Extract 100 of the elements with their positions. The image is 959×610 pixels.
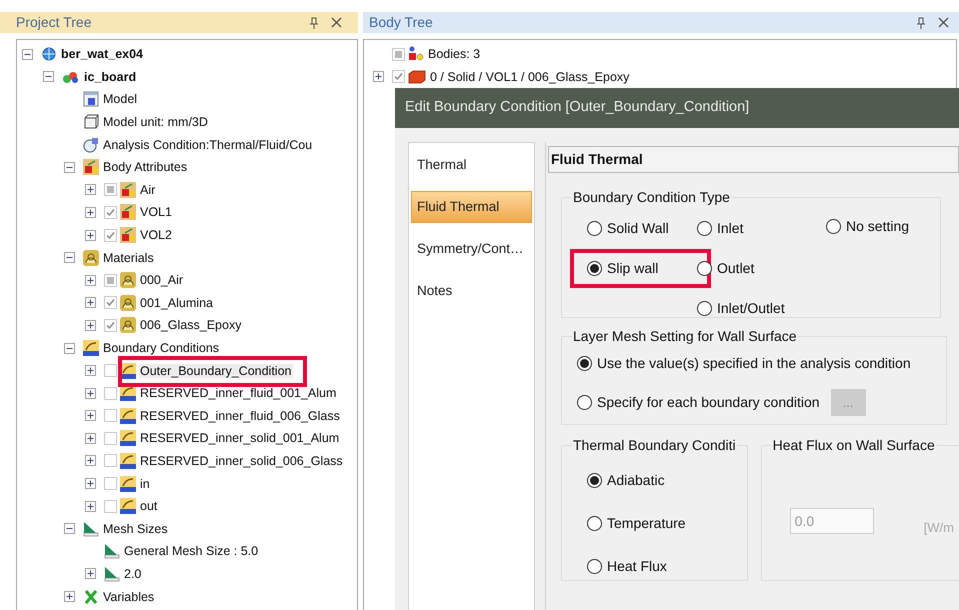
radio-button[interactable] (587, 516, 602, 531)
collapse-icon[interactable] (64, 523, 75, 534)
expand-icon[interactable] (85, 206, 96, 218)
panel-heading: Fluid Thermal (548, 146, 959, 173)
tree-item[interactable]: RESERVED_inner_solid_006_Glass (139, 454, 344, 468)
tree-item[interactable]: RESERVED_inner_solid_001_Alum (139, 431, 340, 446)
tree-item[interactable]: General Mesh Size : 5.0 (123, 544, 260, 558)
tree-item[interactable]: 001_Alumina (139, 296, 214, 310)
expand-icon[interactable] (85, 568, 96, 580)
expand-icon[interactable] (85, 432, 96, 444)
nav-item[interactable]: Fluid Thermal (411, 191, 532, 223)
tree-item[interactable]: Analysis Condition:Thermal/Fluid/Cou (102, 138, 314, 152)
checkbox[interactable] (104, 432, 117, 445)
expand-icon[interactable] (85, 297, 96, 308)
option-label[interactable]: Solid Wall (607, 218, 669, 239)
radio-button[interactable] (697, 221, 712, 236)
checkbox[interactable] (104, 364, 117, 378)
radio-button[interactable] (587, 473, 602, 488)
collapse-icon[interactable] (64, 342, 75, 354)
globe-icon (41, 46, 57, 62)
expand-icon[interactable] (85, 184, 96, 196)
collapse-icon[interactable] (64, 162, 75, 173)
tree-item[interactable]: VOL1 (139, 205, 173, 220)
checkbox[interactable] (392, 48, 405, 61)
close-icon[interactable] (331, 17, 342, 28)
tree-item[interactable]: out (139, 499, 158, 514)
expand-icon[interactable] (85, 274, 96, 286)
option-label[interactable]: Slip wall (607, 258, 658, 279)
nav-item[interactable]: Symmetry/Cont… (411, 233, 532, 265)
material-icon (120, 272, 136, 288)
checkbox[interactable] (104, 183, 117, 196)
checkbox[interactable] (104, 500, 117, 513)
radio-button[interactable] (587, 261, 602, 276)
expand-icon[interactable] (85, 365, 96, 376)
pin-icon[interactable] (309, 16, 319, 28)
checkbox[interactable] (104, 274, 117, 287)
tree-item[interactable]: ic_board (83, 70, 138, 84)
tree-item[interactable]: 0 / Solid / VOL1 / 006_Glass_Epoxy (429, 70, 630, 84)
checkbox[interactable] (104, 318, 117, 332)
collapse-icon[interactable] (22, 48, 33, 60)
option-label[interactable]: Adiabatic (607, 470, 665, 491)
option-label[interactable]: Specify for each boundary condition (597, 392, 820, 413)
radio-button[interactable] (826, 219, 841, 234)
collapse-icon[interactable] (64, 252, 75, 264)
option-label[interactable]: Temperature (607, 513, 686, 534)
cubes-icon (120, 204, 136, 220)
tree-item[interactable]: 2.0 (123, 566, 142, 581)
nav-item[interactable]: Thermal (411, 149, 532, 181)
tree-item[interactable]: Bodies: 3 (427, 47, 482, 62)
tree-item[interactable]: Model unit: mm/3D (102, 115, 209, 130)
checkbox[interactable] (104, 386, 117, 400)
tree-item[interactable]: RESERVED_inner_fluid_001_Alum (139, 386, 338, 400)
tree-item[interactable]: 006_Glass_Epoxy (139, 318, 242, 332)
tree-item[interactable]: Model (102, 92, 138, 106)
tree-item[interactable]: Air (139, 182, 156, 197)
tree-item[interactable]: Boundary Conditions (102, 341, 220, 356)
radio-button[interactable] (587, 221, 602, 236)
collapse-icon[interactable] (43, 71, 54, 82)
pin-icon[interactable] (916, 16, 926, 28)
checkbox[interactable] (104, 228, 117, 242)
expand-icon[interactable] (85, 455, 96, 466)
expand-icon[interactable] (85, 410, 96, 422)
radio-button[interactable] (697, 301, 712, 316)
checkbox[interactable] (392, 70, 405, 84)
expand-icon[interactable] (85, 478, 96, 490)
radio-button[interactable] (577, 395, 592, 410)
radio-button[interactable] (587, 559, 602, 574)
option-label[interactable]: No setting (846, 216, 910, 237)
checkbox[interactable] (104, 296, 117, 310)
option-label[interactable]: Inlet (717, 218, 744, 239)
option-label[interactable]: Inlet/Outlet (717, 298, 785, 319)
tree-item[interactable]: Outer_Boundary_Condition (139, 364, 292, 378)
expand-icon[interactable] (85, 320, 96, 331)
tree-item[interactable]: Body Attributes (102, 160, 188, 174)
option-label[interactable]: Outlet (717, 258, 754, 279)
tree-item[interactable]: RESERVED_inner_fluid_006_Glass (139, 408, 341, 423)
tree-item[interactable]: Materials (102, 250, 155, 265)
tree-item[interactable]: ber_wat_ex04 (60, 47, 144, 62)
nav-item[interactable]: Notes (411, 275, 532, 307)
tree-item[interactable]: VOL2 (139, 228, 173, 242)
tree-item[interactable]: Variables (102, 590, 156, 604)
checkbox[interactable] (104, 477, 117, 490)
tree-item[interactable]: Mesh Sizes (102, 522, 169, 536)
expand-icon[interactable] (85, 230, 96, 241)
expand-icon[interactable] (64, 591, 75, 602)
group-title: Heat Flux on Wall Surface (772, 436, 936, 455)
tree-item[interactable]: 000_Air (139, 273, 184, 288)
radio-button[interactable] (697, 261, 712, 276)
expand-icon[interactable] (85, 500, 96, 512)
expand-icon[interactable] (85, 388, 96, 399)
tree-item[interactable]: in (139, 476, 151, 491)
radio-button[interactable] (577, 356, 592, 371)
option-label[interactable]: Use the value(s) specified in the analysis condition (597, 353, 911, 374)
checkbox[interactable] (104, 409, 117, 422)
checkbox[interactable] (104, 206, 117, 219)
checkbox[interactable] (104, 454, 117, 468)
boundary-icon (83, 340, 99, 356)
option-label[interactable]: Heat Flux (607, 556, 667, 577)
expand-icon[interactable] (373, 71, 384, 82)
close-icon[interactable] (938, 17, 949, 28)
